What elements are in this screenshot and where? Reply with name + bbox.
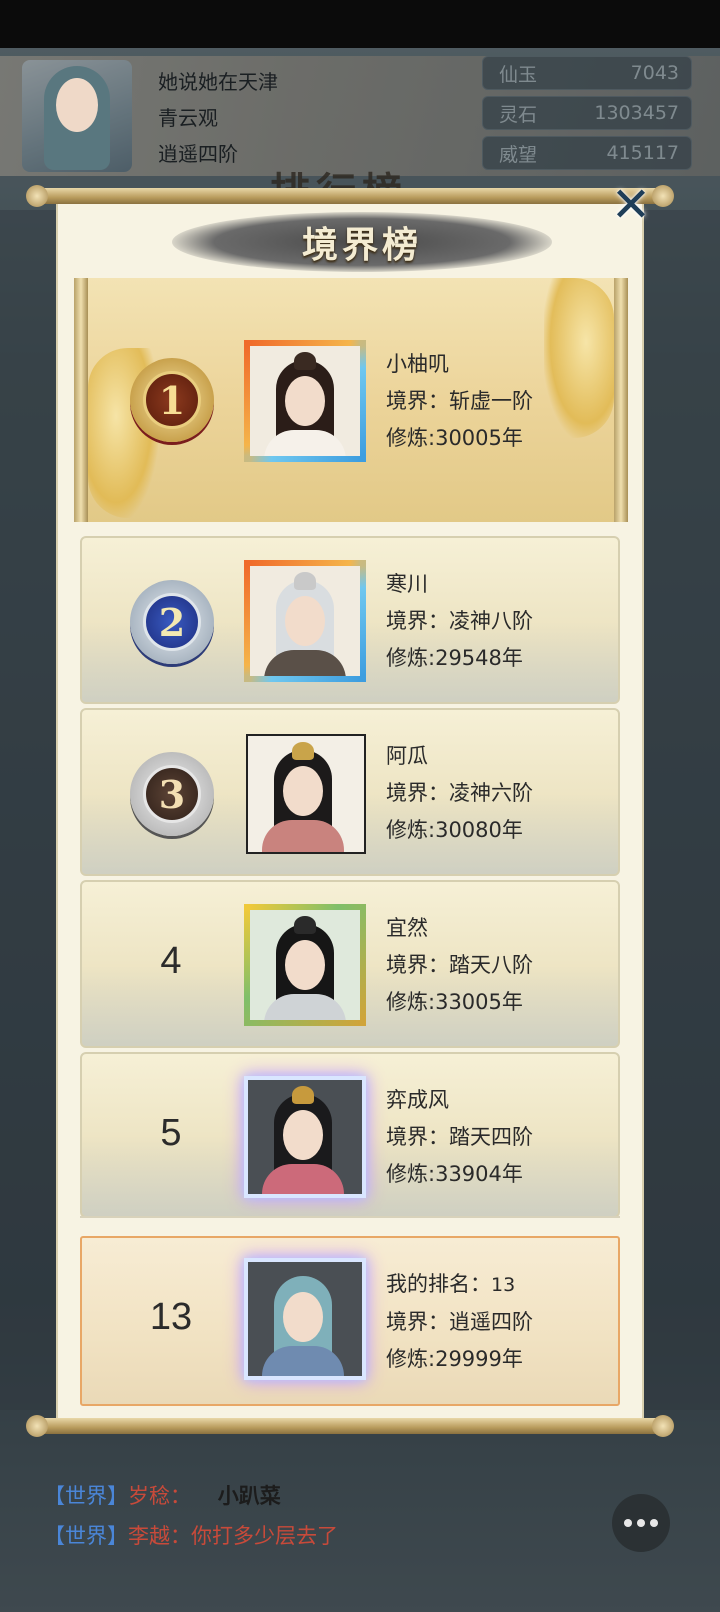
rank-number: 4 <box>160 940 182 982</box>
cultivation-line: 修炼:29548年 <box>386 646 523 670</box>
player-name: 弈成风 <box>386 1088 449 1112</box>
cultivation-line: 修炼:30080年 <box>386 818 523 842</box>
realm-line: 境界：踏天四阶 <box>386 1125 533 1149</box>
realm-line: 境界：凌神八阶 <box>386 609 533 633</box>
dot-icon <box>637 1519 645 1527</box>
chat-sender: 岁稔： <box>128 1484 191 1508</box>
cultivation-line: 修炼:29999年 <box>386 1347 523 1371</box>
chat-text: 小趴菜 <box>217 1484 281 1508</box>
close-x-icon: ✕ <box>610 177 652 233</box>
scroll-rod-bottom <box>26 1415 674 1437</box>
world-chat[interactable]: 【世界】岁稔： 小趴菜 【世界】李越：你打多少层去了 <box>44 1476 338 1556</box>
realm-line: 境界：逍遥四阶 <box>386 1310 533 1334</box>
player-portrait[interactable] <box>246 734 366 854</box>
chat-channel-tag: 【世界】 <box>44 1484 128 1508</box>
status-bar <box>0 0 720 48</box>
chat-sender: 李越： <box>128 1524 191 1548</box>
rank-info: 弈成风 境界：踏天四阶 修炼:33904年 <box>386 1082 533 1193</box>
player-name: 小柚叽 <box>386 352 449 376</box>
player-name: 寒川 <box>386 572 428 596</box>
cultivation-line: 修炼:33005年 <box>386 990 523 1014</box>
chat-message: 【世界】李越：你打多少层去了 <box>44 1516 338 1556</box>
medal-rank-number: 2 <box>143 593 201 651</box>
cultivation-line: 修炼:33904年 <box>386 1162 523 1186</box>
rank-info: 宜然 境界：踏天八阶 修炼:33005年 <box>386 910 533 1021</box>
player-portrait[interactable] <box>244 904 366 1026</box>
player-portrait[interactable] <box>244 340 366 462</box>
rank-info: 小柚叽 境界：斩虚一阶 修炼:30005年 <box>386 346 533 457</box>
my-rank-label-line: 我的排名：13 <box>386 1266 533 1304</box>
cultivation-line: 修炼:30005年 <box>386 426 523 450</box>
leaderboard-title: 境界榜 <box>301 224 422 266</box>
player-portrait[interactable] <box>244 1076 366 1198</box>
medal-rank-number: 3 <box>143 765 201 823</box>
silver-medal-icon: 3 <box>130 752 214 836</box>
rank-info: 阿瓜 境界：凌神六阶 修炼:30080年 <box>386 738 533 849</box>
my-rank-number: 13 <box>149 1296 193 1338</box>
realm-line: 境界：凌神六阶 <box>386 781 533 805</box>
my-rank-value: 13 <box>491 1274 516 1296</box>
player-name: 阿瓜 <box>386 744 428 768</box>
my-rank-info: 我的排名：13 境界：逍遥四阶 修炼:29999年 <box>386 1266 533 1378</box>
realm-line: 境界：踏天八阶 <box>386 953 533 977</box>
rank-number: 5 <box>160 1112 182 1154</box>
dot-icon <box>624 1519 632 1527</box>
chat-channel-tag: 【世界】 <box>44 1524 128 1548</box>
close-button[interactable]: ✕ <box>606 180 656 230</box>
realm-line: 境界：斩虚一阶 <box>386 389 533 413</box>
gold-medal-icon: 1 <box>130 358 214 442</box>
dot-icon <box>650 1519 658 1527</box>
my-rank-label: 我的排名： <box>386 1272 491 1296</box>
player-portrait[interactable] <box>244 560 366 682</box>
chat-button[interactable] <box>612 1494 670 1552</box>
scroll-rod-top <box>26 185 674 207</box>
my-portrait[interactable] <box>244 1258 366 1380</box>
blue-medal-icon: 2 <box>130 580 214 664</box>
chat-text: 你打多少层去了 <box>191 1524 338 1548</box>
phoenix-right-decoration <box>544 278 614 438</box>
chat-message: 【世界】岁稔： 小趴菜 <box>44 1476 338 1516</box>
medal-rank-number: 1 <box>143 371 201 429</box>
player-name: 宜然 <box>386 916 428 940</box>
rank-info: 寒川 境界：凌神八阶 修炼:29548年 <box>386 566 533 677</box>
list-divider <box>80 1216 620 1218</box>
